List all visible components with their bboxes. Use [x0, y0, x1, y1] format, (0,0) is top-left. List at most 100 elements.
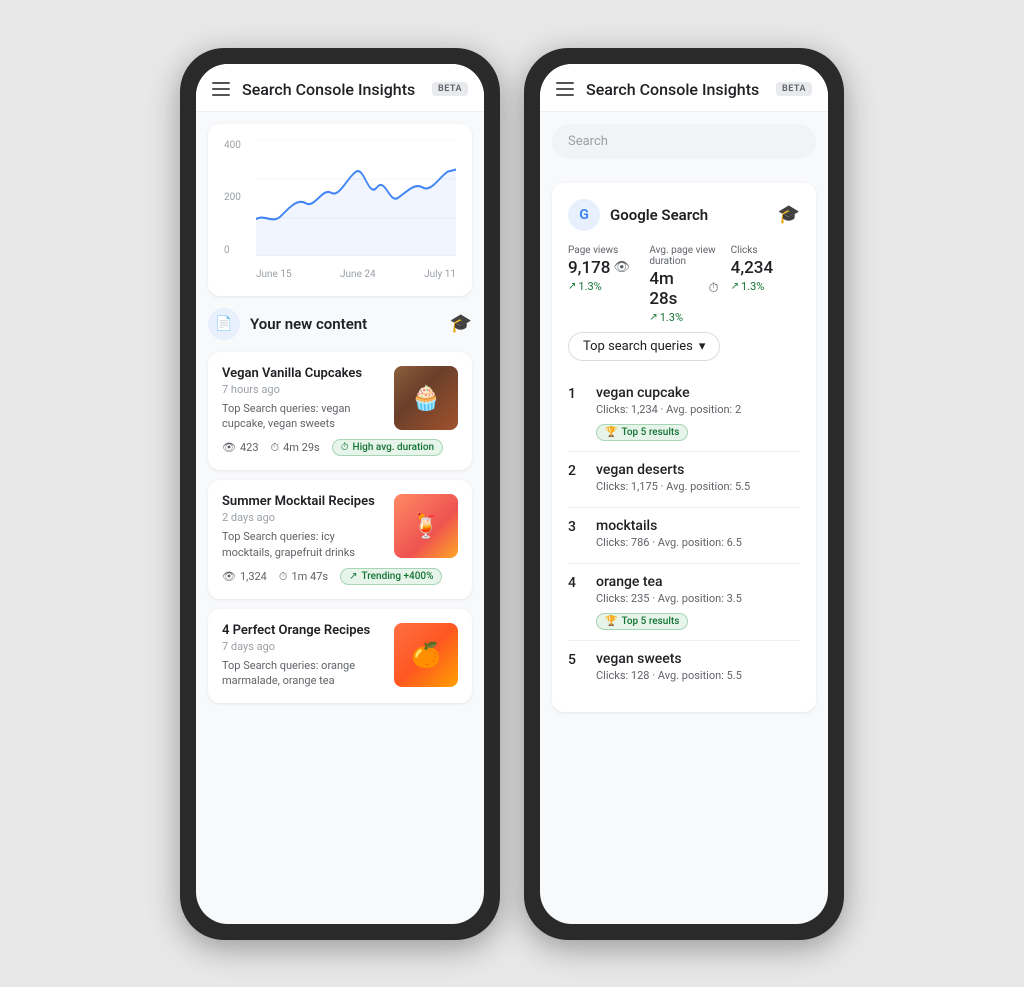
trend-value-2: 1.3% — [741, 280, 764, 293]
metric-clicks: Clicks 4,234 ↗ 1.3% — [731, 245, 800, 324]
oranges-thumb-image: 🍊 — [394, 623, 458, 687]
search-bar[interactable]: Search — [552, 124, 816, 159]
views-stat-1: 👁 1,324 — [222, 570, 267, 583]
app-bar-left: Search Console Insights BETA — [196, 64, 484, 112]
content-card-2[interactable]: 4 Perfect Orange Recipes 7 days ago Top … — [208, 609, 472, 703]
content-queries-0: Top Search queries: vegan cupcake, vegan… — [222, 401, 384, 432]
content-thumb-2: 🍊 — [394, 623, 458, 687]
top5-badge-3: 🏆 Top 5 results — [596, 613, 688, 630]
help-icon-left[interactable]: 🎓 — [450, 313, 472, 334]
query-details-4: vegan sweets Clicks: 128 · Avg. position… — [596, 651, 800, 686]
y-label-400: 400 — [224, 140, 252, 151]
eye-icon-0: 👁 — [222, 441, 236, 454]
clicks-trend: ↗ 1.3% — [731, 280, 800, 293]
query-details-0: vegan cupcake Clicks: 1,234 · Avg. posit… — [596, 385, 800, 441]
x-label-june24: June 24 — [340, 269, 376, 280]
query-item-0[interactable]: 1 vegan cupcake Clicks: 1,234 · Avg. pos… — [568, 375, 800, 452]
google-g-icon: G — [568, 199, 600, 231]
query-list: 1 vegan cupcake Clicks: 1,234 · Avg. pos… — [568, 375, 800, 696]
content-title-2: 4 Perfect Orange Recipes — [222, 623, 384, 638]
query-item-1[interactable]: 2 vegan deserts Clicks: 1,175 · Avg. pos… — [568, 452, 800, 508]
trend-value-1: 1.3% — [660, 311, 683, 324]
new-content-header: 📄 Your new content 🎓 — [208, 308, 472, 340]
eye-icon-metric: 👁 — [613, 260, 630, 275]
badge-0: ⏱ High avg. duration — [332, 439, 443, 456]
content-title-0: Vegan Vanilla Cupcakes — [222, 366, 384, 381]
query-name-3: orange tea — [596, 574, 800, 590]
query-item-4[interactable]: 5 vegan sweets Clicks: 128 · Avg. positi… — [568, 641, 800, 696]
duration-value-0: 4m 29s — [283, 441, 320, 454]
eye-icon-1: 👁 — [222, 570, 236, 583]
pageviews-number: 9,178 — [568, 258, 610, 278]
views-value-0: 423 — [240, 441, 259, 454]
metric-pageviews: Page views 9,178 👁 ↗ 1.3% — [568, 245, 637, 324]
content-time-0: 7 hours ago — [222, 383, 384, 396]
help-icon-right[interactable]: 🎓 — [778, 204, 800, 225]
new-content-section: 📄 Your new content 🎓 Vegan Vanilla Cupca… — [208, 308, 472, 713]
duration-label: Avg. page view duration — [649, 245, 718, 267]
chart-card: 400 200 0 — [208, 124, 472, 296]
beta-badge-right: BETA — [776, 82, 812, 96]
trend-value-0: 1.3% — [578, 280, 601, 293]
google-search-card: G Google Search 🎓 Page views 9,178 👁 ↗ — [552, 183, 816, 712]
content-info-2: 4 Perfect Orange Recipes 7 days ago Top … — [222, 623, 384, 689]
content-thumb-1: 🍹 — [394, 494, 458, 558]
trend-arrow-0: ↗ — [568, 281, 576, 292]
duration-stat-1: ⏱ 1m 47s — [279, 570, 328, 584]
app-title-right: Search Console Insights — [586, 80, 764, 99]
chevron-down-icon: ▾ — [699, 339, 706, 354]
google-search-title: Google Search — [610, 206, 768, 224]
duration-value-1: 1m 47s — [291, 570, 328, 583]
chart-container: 400 200 0 — [224, 140, 456, 280]
app-bar-right: Search Console Insights BETA — [540, 64, 828, 112]
content-card-top-2: 4 Perfect Orange Recipes 7 days ago Top … — [222, 623, 458, 689]
query-name-0: vegan cupcake — [596, 385, 800, 401]
query-stats-3: Clicks: 235 · Avg. position: 3.5 — [596, 592, 800, 605]
query-item-2[interactable]: 3 mocktails Clicks: 786 · Avg. position:… — [568, 508, 800, 564]
right-phone: Search Console Insights BETA Search G Go… — [524, 48, 844, 940]
cupcakes-thumb-image: 🧁 — [394, 366, 458, 430]
content-thumb-0: 🧁 — [394, 366, 458, 430]
query-num-3: 4 — [568, 575, 584, 630]
chart-y-labels: 400 200 0 — [224, 140, 252, 256]
badge-label-0: Top 5 results — [621, 427, 679, 438]
clock-icon-0: ⏱ — [271, 441, 280, 455]
trend-arrow-1: ↗ — [649, 312, 657, 323]
clock-badge-icon-0: ⏱ — [341, 442, 349, 453]
content-stats-0: 👁 423 ⏱ 4m 29s ⏱ High avg. duration — [222, 439, 458, 456]
hamburger-icon[interactable] — [212, 82, 230, 96]
hamburger-icon-right[interactable] — [556, 82, 574, 96]
metric-duration: Avg. page view duration 4m 28s ⏱ ↗ 1.3% — [649, 245, 718, 324]
content-card-1[interactable]: Summer Mocktail Recipes 2 days ago Top S… — [208, 480, 472, 599]
x-label-june15: June 15 — [256, 269, 292, 280]
trending-icon-1: ↗ — [349, 571, 357, 582]
google-header: G Google Search 🎓 — [568, 199, 800, 231]
badge-text-0: High avg. duration — [353, 442, 435, 453]
y-label-0: 0 — [224, 245, 252, 256]
dropdown-label: Top search queries — [583, 339, 693, 354]
content-queries-1: Top Search queries: icy mocktails, grape… — [222, 529, 384, 560]
left-content: 400 200 0 — [196, 112, 484, 725]
query-name-2: mocktails — [596, 518, 800, 534]
clicks-value: 4,234 — [731, 258, 800, 278]
views-stat-0: 👁 423 — [222, 441, 259, 454]
top-queries-dropdown[interactable]: Top search queries ▾ — [568, 332, 720, 361]
content-info-0: Vegan Vanilla Cupcakes 7 hours ago Top S… — [222, 366, 384, 432]
query-item-3[interactable]: 4 orange tea Clicks: 235 · Avg. position… — [568, 564, 800, 641]
content-card-0[interactable]: Vegan Vanilla Cupcakes 7 hours ago Top S… — [208, 352, 472, 471]
clock-icon-metric: ⏱ — [709, 281, 719, 296]
query-name-4: vegan sweets — [596, 651, 800, 667]
y-label-200: 200 — [224, 192, 252, 203]
content-info-1: Summer Mocktail Recipes 2 days ago Top S… — [222, 494, 384, 560]
query-stats-1: Clicks: 1,175 · Avg. position: 5.5 — [596, 480, 800, 493]
query-num-1: 2 — [568, 463, 584, 497]
mocktails-thumb-image: 🍹 — [394, 494, 458, 558]
duration-stat-0: ⏱ 4m 29s — [271, 441, 320, 455]
pageviews-trend: ↗ 1.3% — [568, 280, 637, 293]
chart-area — [256, 140, 456, 256]
content-time-1: 2 days ago — [222, 511, 384, 524]
top5-badge-0: 🏆 Top 5 results — [596, 424, 688, 441]
duration-number: 4m 28s — [649, 269, 705, 309]
pageviews-label: Page views — [568, 245, 637, 256]
search-placeholder: Search — [568, 134, 608, 149]
